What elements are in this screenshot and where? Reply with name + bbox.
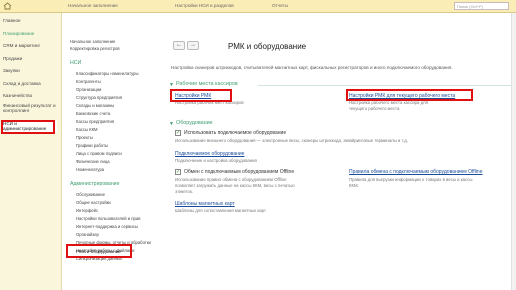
sidebar-item-sales[interactable]: Продажи — [3, 56, 22, 61]
nav-header-admin: Администрирование — [70, 181, 120, 187]
sidebar-item-finance[interactable]: Финансовый результат и контроллинг — [3, 103, 61, 113]
sidebar: Главное Планирование CRM и маркетинг Про… — [0, 13, 62, 290]
sidebar-item-treasury[interactable]: Казначейство — [3, 93, 32, 98]
sidebar-item-warehouse[interactable]: Склад и доставка — [3, 81, 41, 86]
sidebar-item-crm[interactable]: CRM и маркетинг — [3, 43, 40, 48]
topbar-link-nsi-settings[interactable]: Настройки НСИ и разделов — [175, 3, 234, 8]
use-equipment-desc: Использование внешнего оборудования — эл… — [175, 138, 408, 143]
nav-item[interactable]: Кассы предприятия — [76, 119, 114, 124]
arrow-left-icon: ← — [176, 42, 182, 48]
sidebar-item-purchases[interactable]: Закупки — [3, 68, 20, 73]
nav-registers-correction[interactable]: Корректировка регистров — [70, 46, 120, 51]
nav-item[interactable]: Номенклатура — [76, 167, 104, 172]
current-workplace-desc-2: текущего рабочего места. — [349, 106, 401, 111]
page-intro: Настройка сканеров штрихкодов, считывате… — [171, 65, 453, 70]
highlight-nav-rmk — [66, 244, 132, 258]
search-placeholder: Поиск (Ctrl+F) — [457, 4, 483, 9]
nav-item[interactable]: Проекты — [76, 135, 93, 140]
nav-item[interactable]: Графики работы — [76, 143, 108, 148]
nav-item[interactable]: Лица с правом подписи — [76, 151, 122, 156]
sidebar-item-main[interactable]: Главное — [3, 18, 21, 23]
offline-rules-desc-2: ККМ. — [349, 183, 359, 188]
nav-item[interactable]: Структура предприятия — [76, 95, 122, 100]
nav-item[interactable]: Настройки пользователей и прав — [76, 216, 140, 221]
use-equipment-checkbox[interactable]: ✓ — [175, 130, 181, 136]
search-input[interactable]: Поиск (Ctrl+F) — [454, 2, 509, 10]
nav-initial-fill[interactable]: Начальное заполнение — [70, 39, 115, 44]
nav-item[interactable]: Классификаторы номенклатуры — [76, 71, 138, 76]
arrow-right-icon: → — [190, 42, 196, 48]
highlight-current-workplace — [346, 89, 473, 101]
top-bar: Начальное заполнение Настройки НСИ и раз… — [0, 0, 516, 13]
section-cashier-workplaces: Рабочие места кассиров — [176, 81, 238, 87]
connected-equipment-link[interactable]: Подключаемое оборудование — [175, 151, 244, 157]
magnetic-card-templates-desc: Шаблоны для сопоставления магнитных карт — [175, 208, 266, 213]
topbar-link-initial-fill[interactable]: Начальное заполнение — [68, 3, 118, 8]
nav-header-nsi: НСИ — [70, 60, 82, 66]
topbar-link-reports[interactable]: Отчеты — [272, 3, 288, 8]
collapse-equipment-icon[interactable]: ▼ — [169, 121, 174, 127]
nav-item[interactable]: Интернет-поддержка и сервисы — [76, 224, 138, 229]
highlight-sidebar-nsi — [1, 120, 55, 134]
nav-item[interactable]: Органайзер — [76, 232, 99, 237]
section-equipment: Оборудование — [176, 120, 213, 126]
offline-desc-3: этикеток. — [175, 189, 194, 194]
offline-rules-link[interactable]: Правила обмена с подключаемым оборудован… — [349, 169, 482, 175]
section-divider — [258, 85, 512, 86]
main-panel: ← → РМК и оборудование Настройка сканеро… — [166, 27, 516, 290]
connected-equipment-desc: Подключение и настройка оборудования — [175, 158, 257, 163]
offline-exchange-label: Обмен с подключаемым оборудованием Offli… — [184, 169, 295, 175]
nav-item[interactable]: Организации — [76, 87, 101, 92]
scrollbar[interactable] — [511, 13, 516, 290]
page-title: РМК и оборудование — [228, 42, 307, 51]
magnetic-card-templates-link[interactable]: Шаблоны магнитных карт — [175, 201, 235, 207]
nav-item[interactable]: Кассы ККМ — [76, 127, 98, 132]
offline-desc-2: позволяет загружать данные на кассы ККМ,… — [175, 183, 295, 188]
nav-item[interactable]: Банковские счета — [76, 111, 110, 116]
home-icon[interactable] — [3, 2, 12, 10]
nav-item[interactable]: Контрагенты — [76, 79, 101, 84]
nav-item[interactable]: Интерфейс — [76, 208, 98, 213]
offline-exchange-checkbox[interactable]: ✓ — [175, 169, 181, 175]
highlight-rmk-settings — [170, 89, 232, 102]
nav-item[interactable]: Склады и магазины — [76, 103, 114, 108]
nav-item[interactable]: Общие настройки — [76, 200, 111, 205]
offline-desc-1: Использование правил обмена с оборудован… — [175, 177, 287, 182]
back-button[interactable]: ← — [173, 41, 185, 50]
collapse-rm-icon[interactable]: ▼ — [169, 82, 174, 88]
forward-button[interactable]: → — [187, 41, 199, 50]
nav-item[interactable]: Физические лица — [76, 159, 110, 164]
nav-item[interactable]: Обслуживание — [76, 192, 105, 197]
checkmark-icon: ✓ — [176, 169, 181, 175]
sidebar-item-planning[interactable]: Планирование — [3, 31, 34, 36]
use-equipment-label: Использовать подключаемое оборудование — [184, 130, 287, 136]
offline-rules-desc-1: Правила для выгрузки информации о товара… — [349, 177, 473, 182]
checkmark-icon: ✓ — [176, 130, 181, 136]
